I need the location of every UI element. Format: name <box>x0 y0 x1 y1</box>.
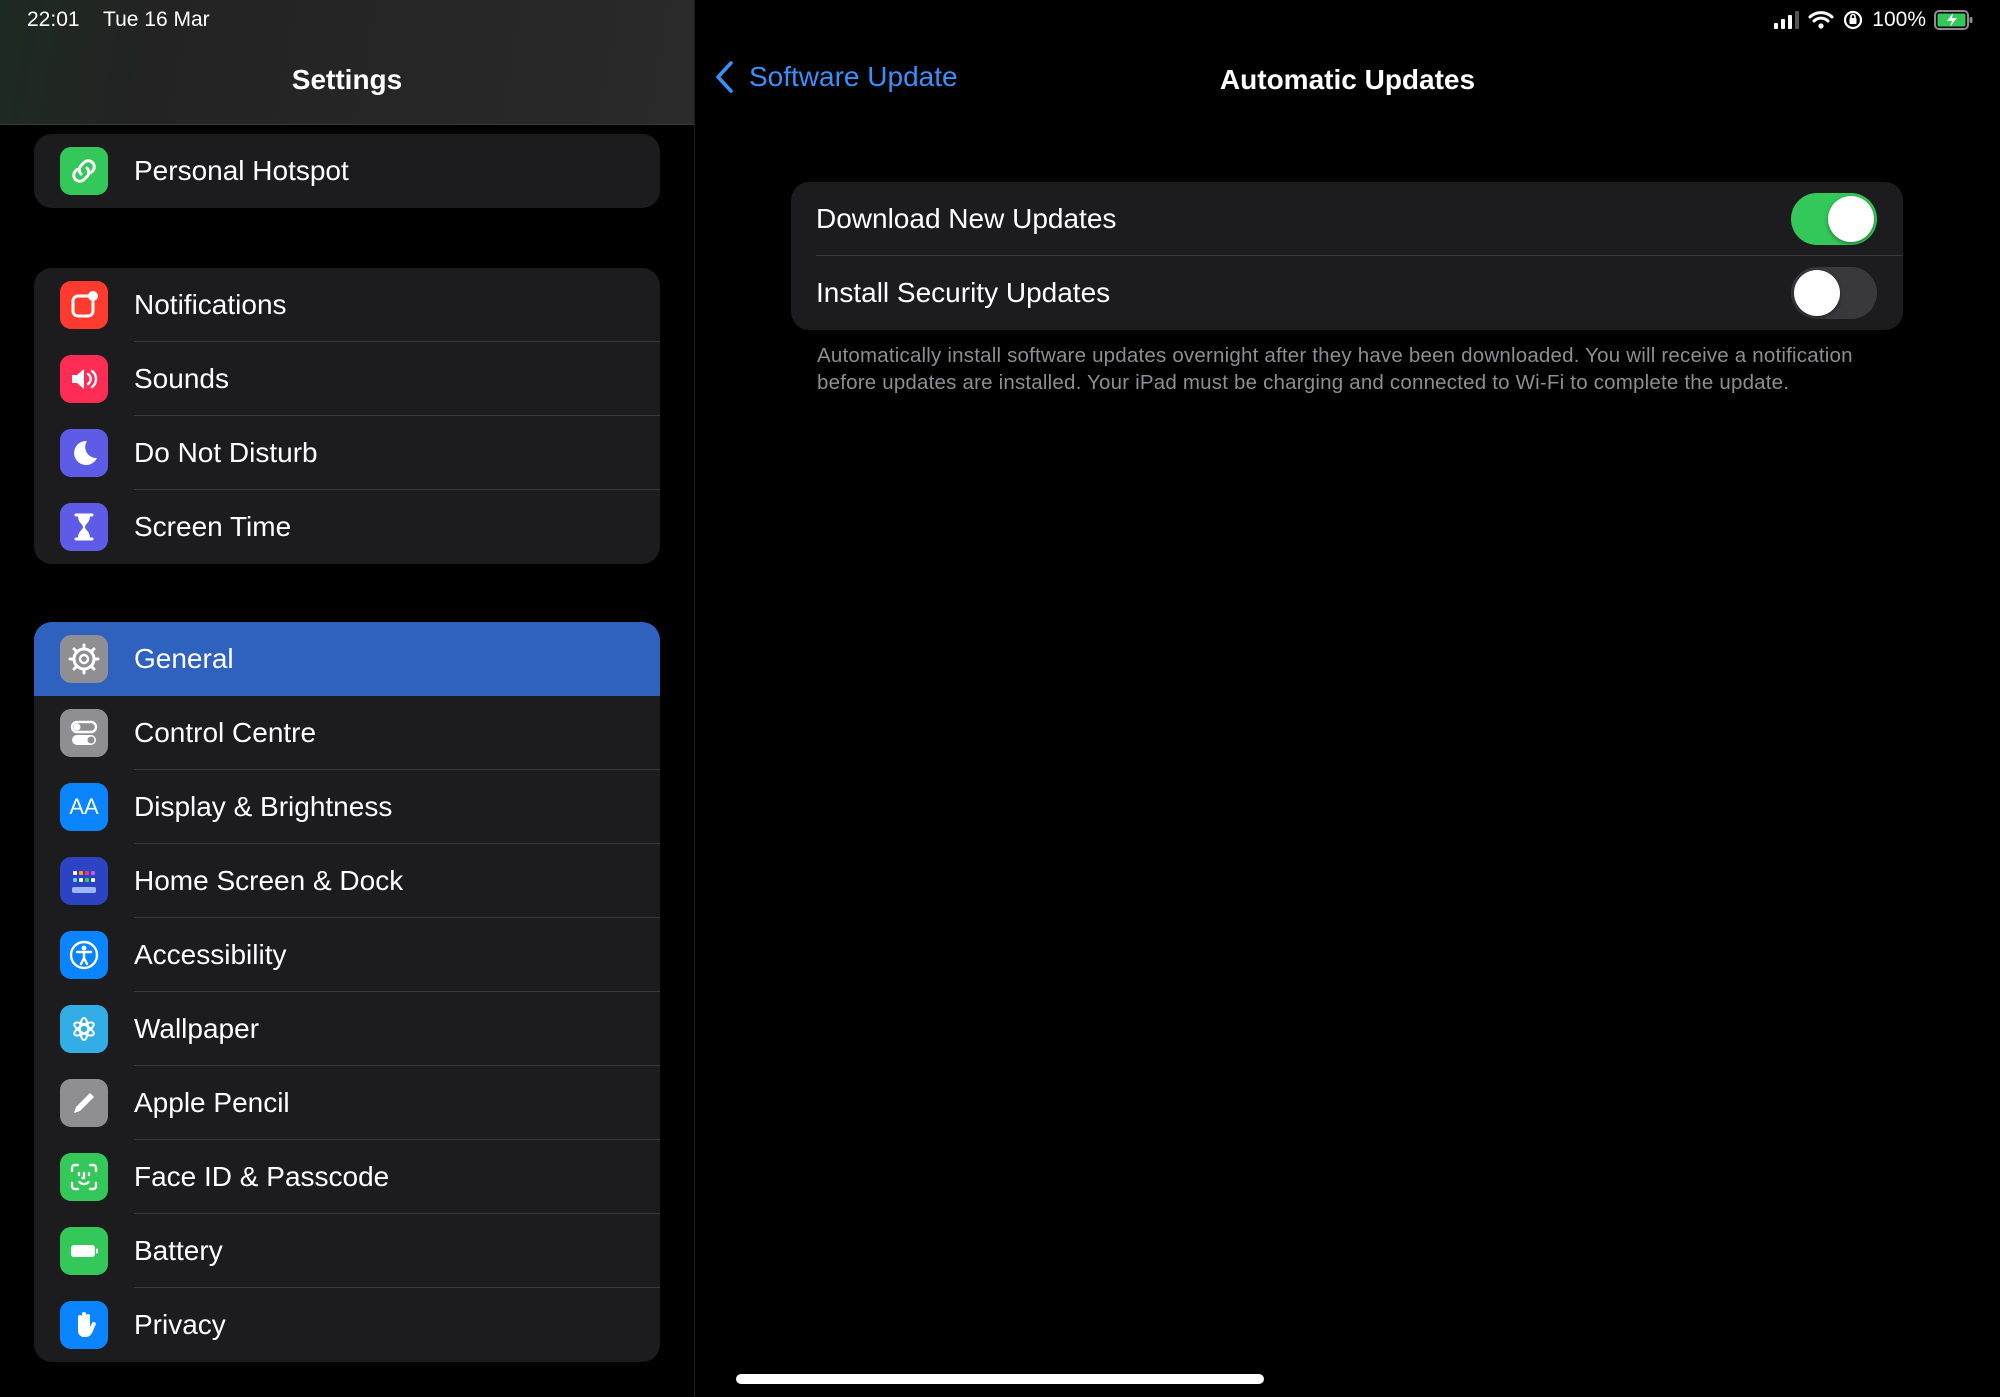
moon-icon <box>60 429 108 477</box>
battery-icon <box>60 1227 108 1275</box>
face-id-icon <box>60 1153 108 1201</box>
setting-row-install-security-updates: Install Security Updates <box>791 256 1903 330</box>
notifications-icon <box>60 281 108 329</box>
setting-label: Install Security Updates <box>816 277 1111 308</box>
battery-charging-icon <box>1934 10 1973 30</box>
status-date: Tue 16 Mar <box>103 8 210 31</box>
sidebar-item-label: Control Centre <box>134 717 317 748</box>
home-screen-icon <box>60 857 108 905</box>
toggle-knob <box>1828 196 1874 242</box>
display-brightness-glyph: AA <box>69 794 99 819</box>
sidebar-item-label: Accessibility <box>134 939 287 970</box>
settings-footnote: Automatically install software updates o… <box>817 344 1853 394</box>
sidebar-item-apple-pencil[interactable]: Apple Pencil <box>34 1066 660 1140</box>
control-centre-icon <box>60 709 108 757</box>
hourglass-icon <box>60 503 108 551</box>
sidebar-item-accessibility[interactable]: Accessibility <box>34 918 660 992</box>
sidebar-item-label: Privacy <box>134 1309 226 1340</box>
cellular-signal-icon <box>1774 11 1800 29</box>
sidebar-item-privacy[interactable]: Privacy <box>34 1288 660 1362</box>
accessibility-icon <box>60 931 108 979</box>
sidebar-item-label: Home Screen & Dock <box>134 865 404 896</box>
setting-row-download-new-updates: Download New Updates <box>791 182 1903 256</box>
status-bar-left: 22:01 Tue 16 Mar <box>27 8 228 32</box>
sidebar-item-general[interactable]: General <box>34 622 660 696</box>
pencil-icon <box>60 1079 108 1127</box>
setting-label: Download New Updates <box>816 203 1117 234</box>
sidebar-item-label: Display & Brightness <box>134 791 393 822</box>
sidebar-item-notifications[interactable]: Notifications <box>34 268 660 342</box>
settings-group-device: General Control Centre AA Display & Brig… <box>34 622 660 1362</box>
sidebar-header: 22:01 Tue 16 Mar Settings <box>0 0 694 125</box>
sidebar-item-label: Face ID & Passcode <box>134 1161 390 1192</box>
home-indicator[interactable] <box>736 1374 1264 1384</box>
settings-sidebar: 22:01 Tue 16 Mar Settings Personal Hotsp… <box>0 0 695 1397</box>
sidebar-item-wallpaper[interactable]: Wallpaper <box>34 992 660 1066</box>
sidebar-item-label: Apple Pencil <box>134 1087 290 1118</box>
sidebar-item-label: Do Not Disturb <box>134 437 318 468</box>
sidebar-item-label: Sounds <box>134 363 229 394</box>
display-brightness-icon: AA <box>60 783 108 831</box>
sidebar-title: Settings <box>291 64 403 95</box>
sidebar-item-control-centre[interactable]: Control Centre <box>34 696 660 770</box>
sidebar-item-display-brightness[interactable]: AA Display & Brightness <box>34 770 660 844</box>
sidebar-item-screen-time[interactable]: Screen Time <box>34 490 660 564</box>
page-title: Automatic Updates <box>1219 64 1476 95</box>
settings-group-alerts: Notifications Sounds Do Not Disturb Scre… <box>34 268 660 564</box>
sidebar-item-label: Screen Time <box>134 511 292 542</box>
sidebar-item-label: Wallpaper <box>134 1013 260 1044</box>
detail-pane: 100% Software Update Automatic Updates D… <box>695 0 2000 1397</box>
sidebar-item-personal-hotspot[interactable]: Personal Hotspot <box>34 134 660 208</box>
wallpaper-icon <box>60 1005 108 1053</box>
download-new-updates-toggle[interactable] <box>1791 193 1877 245</box>
sounds-icon <box>60 355 108 403</box>
status-bar-right: 100% <box>1774 8 1974 32</box>
wifi-icon <box>1808 11 1834 29</box>
status-time: 22:01 <box>27 8 80 31</box>
hand-icon <box>60 1301 108 1349</box>
install-security-updates-toggle[interactable] <box>1791 267 1877 319</box>
orientation-lock-icon <box>1844 10 1863 30</box>
personal-hotspot-icon <box>60 147 108 195</box>
sidebar-item-sounds[interactable]: Sounds <box>34 342 660 416</box>
sidebar-item-label: Personal Hotspot <box>134 155 349 186</box>
sidebar-item-label: Battery <box>134 1235 223 1266</box>
sidebar-item-home-screen-dock[interactable]: Home Screen & Dock <box>34 844 660 918</box>
gear-icon <box>60 635 108 683</box>
sidebar-item-label: General <box>134 643 234 674</box>
sidebar-item-battery[interactable]: Battery <box>34 1214 660 1288</box>
sidebar-item-face-id-passcode[interactable]: Face ID & Passcode <box>34 1140 660 1214</box>
sidebar-item-label: Notifications <box>134 289 287 320</box>
sidebar-item-do-not-disturb[interactable]: Do Not Disturb <box>34 416 660 490</box>
settings-group-network: Personal Hotspot <box>34 134 660 208</box>
toggle-knob <box>1794 270 1840 316</box>
battery-percent: 100% <box>1872 8 1926 31</box>
automatic-updates-settings: Download New Updates Install Security Up… <box>791 182 1903 330</box>
